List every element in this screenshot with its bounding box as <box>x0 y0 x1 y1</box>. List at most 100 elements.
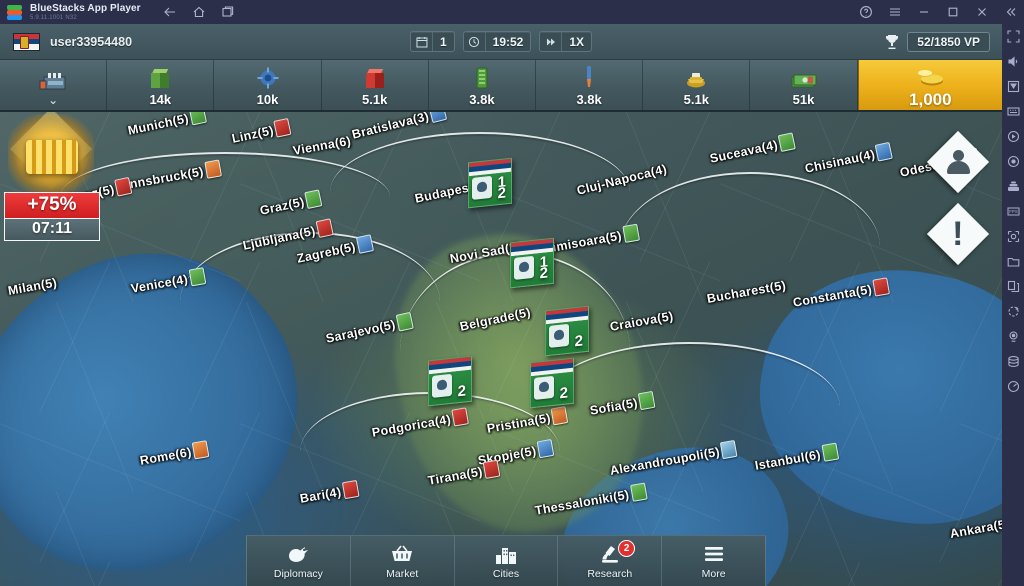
game-info-bar: user33954480 1 19:52 1X 52/1850 VP <box>0 24 1002 60</box>
collapse-icon[interactable] <box>1003 5 1018 20</box>
city-resource-icon <box>638 390 656 411</box>
unit-count-bottom: 2 <box>574 332 583 351</box>
rotate-icon[interactable] <box>1005 303 1021 319</box>
resource-manpower-value: 10k <box>256 92 279 107</box>
resource-gold[interactable]: 1,000 <box>857 60 1002 110</box>
unit-count-bottom: 2 <box>497 184 506 203</box>
nav-diplomacy[interactable]: Diplomacy <box>247 536 351 586</box>
maximize-icon[interactable] <box>945 5 960 20</box>
username-label: user33954480 <box>50 34 133 49</box>
resource-food[interactable]: 14k <box>107 60 215 110</box>
help-icon[interactable] <box>858 5 873 20</box>
nav-market[interactable]: Market <box>351 536 455 586</box>
copy-icon[interactable] <box>1005 278 1021 294</box>
back-icon[interactable] <box>163 5 178 20</box>
resource-fuel-value: 3.8k <box>576 92 602 107</box>
game-map[interactable]: Munich(5) Linz(5) Vienna(6) Bratislava(3) In… <box>0 112 1002 586</box>
goods-icon <box>365 63 384 89</box>
gold-treasure-icon <box>8 114 94 192</box>
exclamation-icon: ! <box>952 214 964 253</box>
macro-icon[interactable] <box>1005 153 1021 169</box>
close-icon[interactable] <box>974 5 989 20</box>
unit-count-bottom: 2 <box>457 382 466 401</box>
window-controls <box>858 0 1018 24</box>
home-icon[interactable] <box>192 5 207 20</box>
fullscreen-icon[interactable] <box>1005 28 1021 44</box>
victory-points-value: 52/1850 VP <box>907 31 990 52</box>
keymapping-icon[interactable] <box>1005 103 1021 119</box>
fps-icon[interactable]: FPS <box>1005 203 1021 219</box>
resource-goods-value: 5.1k <box>362 92 388 107</box>
nav-cities[interactable]: Cities <box>455 536 559 586</box>
city-resource-icon <box>114 176 133 197</box>
basket-icon <box>390 542 414 566</box>
resource-components[interactable]: 3.8k <box>429 60 537 110</box>
volume-icon[interactable] <box>1005 53 1021 69</box>
game-speed[interactable]: 1X <box>539 31 593 52</box>
city-resource-icon <box>550 405 569 426</box>
victory-points-group[interactable]: 52/1850 VP <box>883 31 990 52</box>
fuel-rod-icon <box>582 63 596 89</box>
resource-manpower[interactable]: 10k <box>214 60 322 110</box>
resource-goods[interactable]: 5.1k <box>322 60 429 110</box>
game-clock[interactable]: 19:52 <box>462 31 532 52</box>
unit-count-bottom: 2 <box>539 264 548 283</box>
resource-rare-materials[interactable]: 5.1k <box>643 60 751 110</box>
minimize-icon[interactable] <box>916 5 931 20</box>
person-icon <box>945 150 971 174</box>
nav-more[interactable]: More <box>662 536 765 586</box>
unit-portrait-icon <box>472 175 492 200</box>
multi-tab-icon[interactable] <box>221 5 236 20</box>
unit-portrait-icon <box>534 375 554 400</box>
army-stack-budapest[interactable]: 12 <box>468 157 512 209</box>
production-selector[interactable]: ⌄ <box>0 60 108 110</box>
day-counter[interactable]: 1 <box>409 31 455 52</box>
record-icon[interactable] <box>1005 128 1021 144</box>
city-resource-icon <box>875 141 894 162</box>
city-resource-icon <box>482 459 501 479</box>
nav-research-label: Research <box>587 568 633 580</box>
bluestacks-window: BlueStacks App Player 5.9.11.1001 N32 us… <box>0 0 1024 586</box>
army-stack-central[interactable]: 2 <box>530 357 574 409</box>
bottom-navigation: Diplomacy Market Cities 2 Research More <box>246 535 766 586</box>
nav-market-label: Market <box>386 568 419 580</box>
city-resource-icon <box>191 440 210 460</box>
unit-portrait-icon <box>514 255 534 280</box>
disk-cleanup-icon[interactable] <box>1005 353 1021 369</box>
game-guide-icon[interactable] <box>1005 228 1021 244</box>
city-resource-icon <box>273 117 292 138</box>
trophy-icon <box>883 32 900 51</box>
media-manager-icon[interactable] <box>1005 253 1021 269</box>
city-resource-icon <box>341 479 360 500</box>
serbia-flag-icon <box>531 358 573 377</box>
settings-icon[interactable] <box>1005 378 1021 394</box>
city-resource-icon <box>777 132 796 153</box>
multi-instance-icon[interactable] <box>1005 178 1021 194</box>
resource-money[interactable]: 51k <box>750 60 858 110</box>
nav-research[interactable]: 2 Research <box>558 536 663 586</box>
city-resource-icon <box>720 439 738 460</box>
resource-bar: ⌄ 14k 10k 5.1k 3.8k 3.8k 5.1k 51k 1,000 <box>0 60 1002 112</box>
eco-mode-icon[interactable] <box>1005 328 1021 344</box>
speed-value: 1X <box>569 34 585 49</box>
manpower-icon <box>257 63 279 89</box>
emulator-sidebar: FPS <box>1002 24 1024 586</box>
city-resource-icon <box>203 159 222 179</box>
game-time-controls: 1 19:52 1X <box>409 31 593 52</box>
hamburger-icon <box>702 542 726 566</box>
unit-count-bottom: 2 <box>559 384 568 403</box>
menu-icon[interactable] <box>887 5 902 20</box>
army-stack-west[interactable]: 2 <box>428 355 472 407</box>
army-stack-novisad[interactable]: 12 <box>510 237 554 289</box>
army-stack-belgrade[interactable]: 2 <box>545 305 589 357</box>
gold-bonus-widget[interactable]: +75% 07:11 <box>4 114 104 241</box>
screenshot-icon[interactable] <box>1005 78 1021 94</box>
city-resource-icon <box>820 442 839 462</box>
unit-portrait-icon <box>549 323 569 348</box>
resource-fuel[interactable]: 3.8k <box>536 60 644 110</box>
city-resource-icon <box>355 234 374 254</box>
resource-gold-value: 1,000 <box>909 89 952 109</box>
serbia-flag-icon <box>429 356 471 375</box>
svg-text:FPS: FPS <box>1009 209 1018 214</box>
city-resource-icon <box>629 482 648 502</box>
